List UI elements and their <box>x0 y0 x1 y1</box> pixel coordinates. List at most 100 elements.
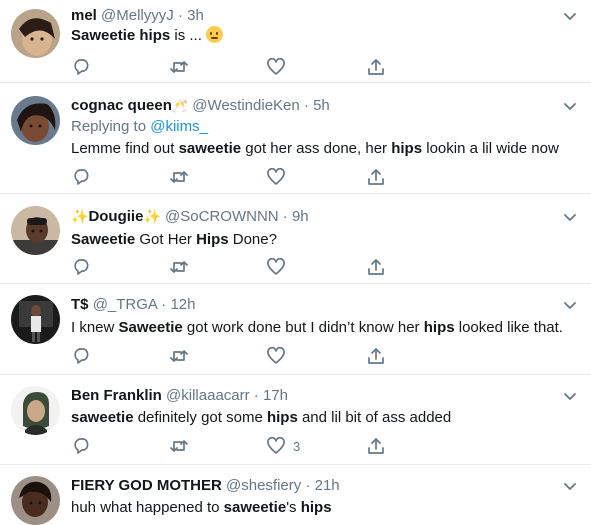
retweet-button[interactable] <box>170 167 188 187</box>
tweet-actions <box>71 57 391 77</box>
chevron-down-icon[interactable] <box>563 389 577 403</box>
avatar[interactable] <box>11 96 60 145</box>
keyword-highlight: Saweetie hips <box>71 27 171 44</box>
reply-button[interactable] <box>73 346 91 366</box>
timestamp[interactable]: 17h <box>263 387 288 404</box>
text-segment: Done? <box>228 231 277 248</box>
avatar[interactable] <box>11 476 60 525</box>
timestamp[interactable]: 12h <box>170 296 195 313</box>
retweet-icon <box>170 61 188 73</box>
retweet-icon <box>170 261 188 273</box>
timestamp[interactable]: 3h <box>187 7 204 24</box>
timestamp[interactable]: 5h <box>313 97 330 114</box>
keyword-highlight: hips <box>423 319 455 336</box>
chevron-down-icon[interactable] <box>563 298 577 312</box>
share-button[interactable] <box>367 257 385 277</box>
tweet[interactable]: ✨Dougiie✨ @SoCROWNNN · 9h Saweetie Got H… <box>0 194 591 284</box>
neutral-face-icon <box>206 26 224 43</box>
retweet-icon <box>170 350 188 362</box>
keyword-highlight: hips <box>391 140 423 157</box>
reply-icon <box>74 169 89 185</box>
reply-button[interactable] <box>73 257 91 277</box>
user-handle[interactable]: @killaaacarr <box>166 387 250 404</box>
keyword-highlight: hips <box>266 409 298 426</box>
separator-dot: · <box>253 387 259 404</box>
tweet[interactable]: mel @MellyyyJ · 3h Saweetie hips is ... <box>0 0 591 83</box>
display-name[interactable]: T$ <box>71 296 89 313</box>
text-segment: Lemme find out <box>71 140 179 157</box>
like-count: 3 <box>293 438 301 454</box>
like-button[interactable] <box>267 57 285 77</box>
keyword-highlight: saweetie <box>223 499 287 516</box>
user-handle[interactable]: @_TRGA <box>93 296 157 313</box>
tweet[interactable]: Ben Franklin @killaaacarr · 17h saweetie… <box>0 375 591 465</box>
text-segment: is ... <box>170 27 207 44</box>
avatar[interactable] <box>11 295 60 344</box>
mention-link[interactable]: @kiims_ <box>150 118 208 135</box>
chevron-down-icon[interactable] <box>563 9 577 23</box>
share-icon <box>368 169 384 185</box>
text-segment: 's <box>286 499 301 516</box>
user-handle[interactable]: @shesfiery <box>226 477 301 494</box>
heart-icon <box>267 258 285 275</box>
text-segment: looked like that. <box>454 319 563 336</box>
text-segment: I knew <box>71 319 119 336</box>
reply-button[interactable] <box>73 167 91 187</box>
chevron-down-icon[interactable] <box>563 210 577 224</box>
separator-dot: · <box>305 477 311 494</box>
tweet-header: Ben Franklin @killaaacarr · 17h <box>71 387 288 405</box>
tweet[interactable]: cognac queen🥂 @WestindieKen · 5h Replyin… <box>0 83 591 194</box>
heart-icon <box>267 437 285 454</box>
retweet-button[interactable] <box>170 436 188 456</box>
tweet-header: T$ @_TRGA · 12h <box>71 296 195 314</box>
share-button[interactable] <box>367 346 385 366</box>
keyword-highlight: hips <box>300 499 332 516</box>
display-name[interactable]: mel <box>71 7 97 24</box>
keyword-highlight: Saweetie <box>118 319 183 336</box>
like-button[interactable] <box>267 167 285 187</box>
share-button[interactable] <box>367 436 385 456</box>
reply-icon <box>74 348 89 364</box>
avatar[interactable] <box>11 9 60 58</box>
like-button[interactable] <box>267 257 285 277</box>
retweet-button[interactable] <box>170 257 188 277</box>
retweet-button[interactable] <box>170 346 188 366</box>
share-icon <box>368 259 384 275</box>
share-icon <box>368 438 384 454</box>
timestamp[interactable]: 9h <box>292 208 309 225</box>
heart-icon <box>267 168 285 185</box>
tweet-header: FIERY GOD MOTHER @shesfiery · 21h <box>71 477 340 495</box>
replying-label: Replying to <box>71 118 151 135</box>
avatar[interactable] <box>11 386 60 435</box>
user-handle[interactable]: @MellyyyJ <box>101 7 174 24</box>
retweet-button[interactable] <box>170 57 188 77</box>
like-button[interactable] <box>267 346 285 366</box>
separator-dot: · <box>303 97 309 114</box>
share-button[interactable] <box>367 167 385 187</box>
tweet[interactable]: FIERY GOD MOTHER @shesfiery · 21h huh wh… <box>0 465 591 525</box>
display-name[interactable]: FIERY GOD MOTHER <box>71 477 222 494</box>
display-name[interactable]: Ben Franklin <box>71 387 162 404</box>
user-handle[interactable]: @SoCROWNNN <box>165 208 279 225</box>
timestamp[interactable]: 21h <box>315 477 340 494</box>
reply-icon <box>74 259 89 275</box>
share-icon <box>368 348 384 364</box>
user-handle[interactable]: @WestindieKen <box>192 97 300 114</box>
text-segment: lookin a lil wide now <box>422 140 559 157</box>
avatar[interactable] <box>11 206 60 255</box>
tweet-text: Saweetie hips is ... <box>71 26 224 45</box>
chevron-down-icon[interactable] <box>563 99 577 113</box>
chevron-down-icon[interactable] <box>563 479 577 493</box>
tweet-actions: 3 <box>71 436 391 456</box>
tweet[interactable]: T$ @_TRGA · 12h I knew Saweetie got work… <box>0 284 591 375</box>
reply-button[interactable] <box>73 436 91 456</box>
separator-dot: · <box>177 7 183 24</box>
reply-button[interactable] <box>73 57 91 77</box>
keyword-highlight: Hips <box>196 231 229 248</box>
like-button[interactable]: 3 <box>267 436 300 456</box>
display-name[interactable]: Dougiie <box>88 208 143 225</box>
tweet-text: Saweetie Got Her Hips Done? <box>71 230 277 249</box>
share-button[interactable] <box>367 57 385 77</box>
display-name[interactable]: cognac queen <box>71 97 172 114</box>
separator-dot: · <box>282 208 288 225</box>
